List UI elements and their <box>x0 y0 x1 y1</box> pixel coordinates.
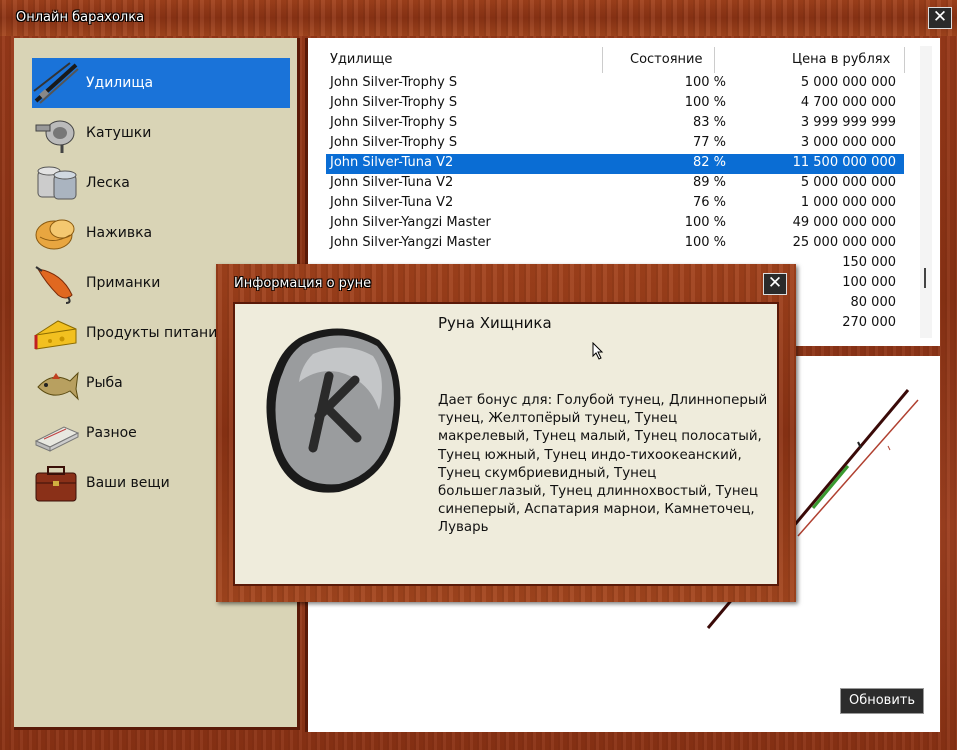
row-price: 11 500 000 000 <box>792 155 896 170</box>
fishing-line-icon <box>32 161 80 205</box>
sidebar-item-label: Катушки <box>86 125 152 141</box>
row-name: John Silver-Trophy S <box>330 75 458 90</box>
dialog-title: Информация о руне <box>234 276 372 291</box>
table-row[interactable]: John Silver-Yangzi Master 100 % 49 000 0… <box>326 214 904 234</box>
misc-icon <box>32 411 80 455</box>
column-header-price[interactable]: Цена в рублях <box>792 47 890 73</box>
scrollbar-thumb[interactable] <box>924 268 926 288</box>
row-condition: 76 % <box>692 195 726 210</box>
sidebar-item-label: Приманки <box>86 275 161 291</box>
briefcase-icon <box>32 461 80 505</box>
sidebar-item-label: Леска <box>86 175 130 191</box>
reel-icon <box>32 111 80 155</box>
row-condition: 100 % <box>684 75 726 90</box>
row-name: John Silver-Tuna V2 <box>330 195 454 210</box>
table-row[interactable]: John Silver-Trophy S 77 % 3 000 000 000 <box>326 134 904 154</box>
row-name: John Silver-Trophy S <box>330 135 458 150</box>
table-row[interactable]: John Silver-Tuna V2 76 % 1 000 000 000 <box>326 194 904 214</box>
row-price: 5 000 000 000 <box>800 175 896 190</box>
window-title: Онлайн барахолка <box>16 10 145 25</box>
predator-rune-icon <box>266 328 401 493</box>
column-header-condition[interactable]: Состояние <box>630 47 702 73</box>
column-divider[interactable] <box>714 47 715 73</box>
row-price: 4 700 000 000 <box>800 95 896 110</box>
table-row[interactable]: John Silver-Trophy S 83 % 3 999 999 999 <box>326 114 904 134</box>
row-price: 25 000 000 000 <box>792 235 896 250</box>
row-name: John Silver-Trophy S <box>330 115 458 130</box>
fishing-rod-icon <box>32 61 80 105</box>
row-condition: 77 % <box>692 135 726 150</box>
column-divider[interactable] <box>602 47 603 73</box>
row-condition: 89 % <box>692 175 726 190</box>
sidebar-item-rods[interactable]: Удилища <box>32 58 290 108</box>
sidebar-item-reels[interactable]: Катушки <box>32 108 290 158</box>
table-header: Удилище Состояние Цена в рублях <box>326 47 906 73</box>
bait-icon <box>32 211 80 255</box>
row-name: John Silver-Trophy S <box>330 95 458 110</box>
row-price: 1 000 000 000 <box>800 195 896 210</box>
row-condition: 100 % <box>684 235 726 250</box>
mouse-cursor-icon <box>592 342 604 360</box>
dialog-close-button[interactable]: ✕ <box>763 273 787 295</box>
sidebar-item-bait[interactable]: Наживка <box>32 208 290 258</box>
table-row[interactable]: John Silver-Trophy S 100 % 4 700 000 000 <box>326 94 904 114</box>
row-condition: 82 % <box>692 155 726 170</box>
row-name: John Silver-Yangzi Master <box>330 215 491 230</box>
sidebar-item-label: Рыба <box>86 375 123 391</box>
row-price: 5 000 000 000 <box>800 75 896 90</box>
sidebar-item-line[interactable]: Леска <box>32 158 290 208</box>
row-name: John Silver-Tuna V2 <box>330 175 454 190</box>
row-price: 49 000 000 000 <box>792 215 896 230</box>
sidebar-item-label: Удилища <box>86 75 154 91</box>
table-row[interactable]: John Silver-Trophy S 100 % 5 000 000 000 <box>326 74 904 94</box>
dialog-body: Руна Хищника Дает бонус для: Голубой тун… <box>233 302 779 586</box>
refresh-button[interactable]: Обновить <box>840 688 924 714</box>
rune-description: Дает бонус для: Голубой тунец, Длиннопер… <box>438 393 768 536</box>
table-scrollbar[interactable] <box>920 46 932 338</box>
row-price: 3 999 999 999 <box>800 115 896 130</box>
column-divider[interactable] <box>904 47 905 73</box>
rune-info-dialog: Информация о руне ✕ Руна Хищника Дает бо… <box>216 264 796 602</box>
window-close-button[interactable]: ✕ <box>928 7 952 29</box>
row-condition: 83 % <box>692 115 726 130</box>
sidebar-item-label: Наживка <box>86 225 153 241</box>
lure-icon <box>32 261 80 305</box>
table-row[interactable]: John Silver-Tuna V2 89 % 5 000 000 000 <box>326 174 904 194</box>
fish-icon <box>32 361 80 405</box>
sidebar-item-label: Ваши вещи <box>86 475 170 491</box>
window-titlebar: Онлайн барахолка <box>0 0 957 36</box>
row-condition: 100 % <box>684 215 726 230</box>
sidebar-item-label: Продукты питания <box>86 325 226 341</box>
row-name: John Silver-Tuna V2 <box>330 155 454 170</box>
table-row[interactable]: John Silver-Yangzi Master 100 % 25 000 0… <box>326 234 904 254</box>
sidebar-item-label: Разное <box>86 425 137 441</box>
row-name: John Silver-Yangzi Master <box>330 235 491 250</box>
row-price: 3 000 000 000 <box>800 135 896 150</box>
row-condition: 100 % <box>684 95 726 110</box>
table-row-selected[interactable]: John Silver-Tuna V2 82 % 11 500 000 000 <box>326 154 904 174</box>
cheese-icon <box>32 311 80 355</box>
rune-name: Руна Хищника <box>438 314 552 332</box>
column-header-rod[interactable]: Удилище <box>330 47 392 73</box>
